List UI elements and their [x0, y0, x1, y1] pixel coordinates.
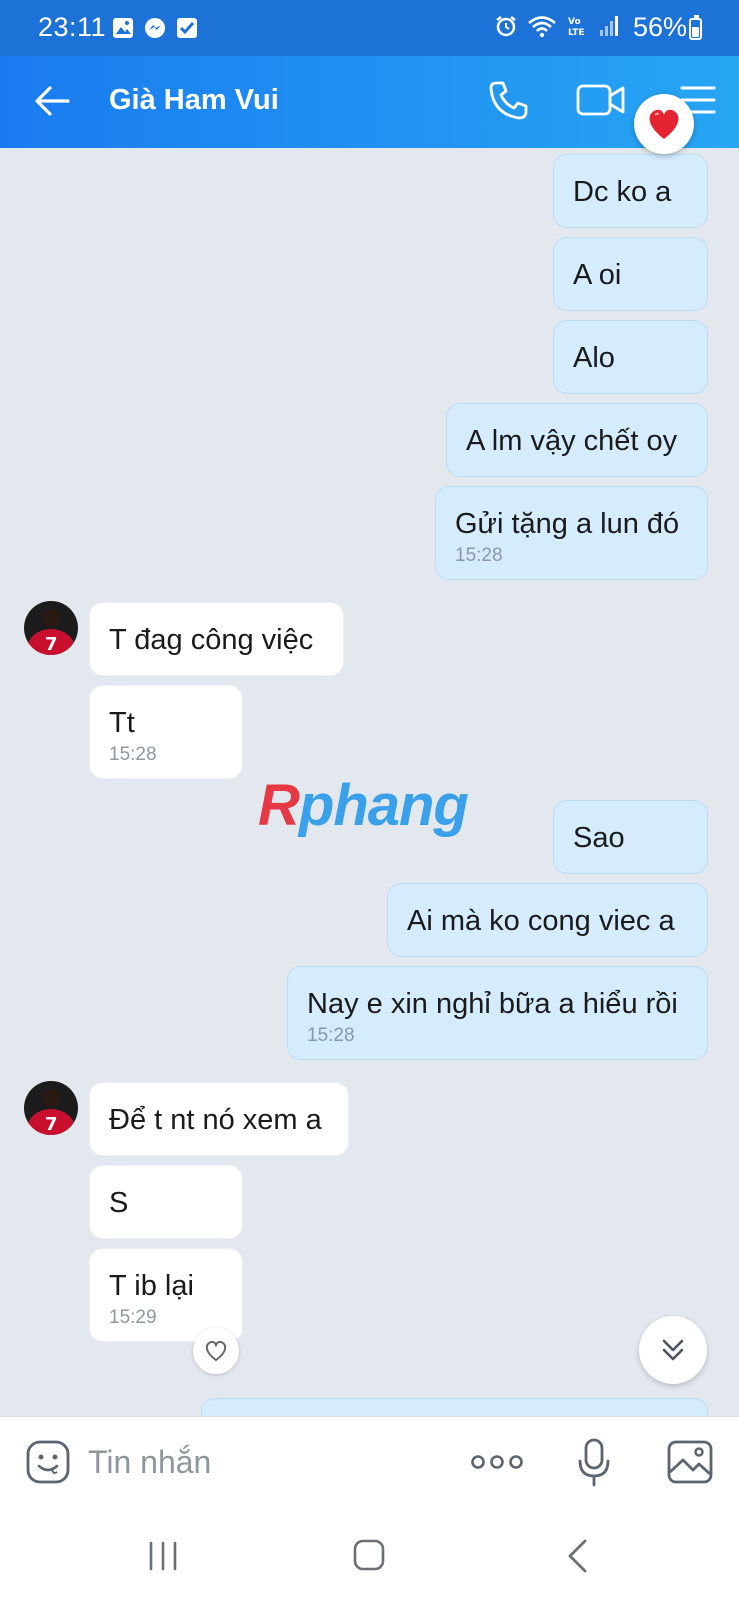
svg-text:7: 7 — [45, 634, 58, 655]
svg-text:LTE: LTE — [568, 28, 585, 38]
message-text: Ai mà ko cong viec a — [407, 905, 675, 937]
chat-header: Già Ham Vui — [0, 56, 739, 148]
message-text: Tt — [109, 707, 135, 739]
volte-icon: VoLTE — [568, 17, 585, 38]
message-text: T đag công việc — [109, 624, 314, 656]
messenger-notification-icon — [145, 18, 165, 38]
scroll-to-bottom-button[interactable] — [639, 1316, 707, 1384]
message-text: A oi — [573, 259, 622, 291]
signal-icon — [600, 16, 618, 36]
back-arrow-icon[interactable] — [30, 78, 76, 124]
more-options-icon[interactable] — [470, 1451, 524, 1473]
watermark-logo: Rphang — [258, 772, 469, 839]
system-back-icon[interactable] — [565, 1538, 589, 1574]
contact-avatar[interactable]: 7 — [24, 601, 78, 655]
incoming-message[interactable]: T đag công việc — [89, 602, 344, 676]
message-composer — [0, 1416, 739, 1512]
message-text: A lm vậy chết oy — [466, 425, 678, 457]
message-timestamp: 15:28 — [307, 1025, 355, 1046]
outgoing-message[interactable]: Nay e xin nghỉ bữa a hiểu rồi 15:28 — [287, 966, 708, 1060]
message-text: T ib lại — [109, 1270, 194, 1302]
outgoing-message[interactable]: Sao — [553, 800, 708, 874]
message-timestamp: 15:29 — [109, 1307, 157, 1328]
watermark-text: phang — [298, 773, 469, 838]
message-text: Để t nt nó xem a — [109, 1104, 322, 1136]
system-icons: Vo LTE — [494, 14, 619, 38]
floating-heart-button[interactable] — [634, 94, 694, 154]
notification-icons — [112, 17, 198, 39]
watermark-letter: R — [258, 773, 300, 838]
battery-percentage: 56% — [632, 12, 687, 42]
outgoing-message[interactable]: A lm vậy chết oy — [446, 403, 708, 477]
outgoing-message[interactable]: Alo — [553, 320, 708, 394]
image-gallery-icon[interactable] — [666, 1439, 714, 1485]
gallery-notification-icon — [113, 18, 133, 38]
message-text: Dc ko a — [573, 176, 672, 208]
message-text: S — [109, 1187, 129, 1219]
microphone-icon[interactable] — [576, 1437, 612, 1489]
message-text: Nay e xin nghỉ bữa a hiểu rồi — [307, 988, 678, 1020]
outgoing-message[interactable]: A oi — [553, 237, 708, 311]
svg-text:Vo: Vo — [568, 17, 581, 27]
outgoing-message[interactable]: Gửi tặng a lun đó 15:28 — [435, 486, 708, 580]
recent-apps-icon[interactable] — [146, 1540, 180, 1572]
outgoing-message[interactable]: Ai mà ko cong viec a — [387, 883, 708, 957]
status-time: 23:11 — [38, 12, 107, 42]
message-timestamp: 15:28 — [455, 545, 503, 566]
contact-name[interactable]: Già Ham Vui — [109, 84, 279, 117]
double-chevron-down-icon — [662, 1339, 684, 1361]
outgoing-message[interactable]: Dc ko a — [553, 154, 708, 228]
avatar-image: 7 — [24, 1081, 78, 1135]
incoming-message[interactable]: Tt 15:28 — [89, 685, 243, 779]
alarm-icon — [496, 16, 516, 37]
home-icon[interactable] — [352, 1538, 386, 1572]
sticker-emoji-icon[interactable] — [25, 1439, 71, 1485]
message-text: Sao — [573, 822, 625, 854]
wifi-icon — [528, 16, 556, 38]
status-bar: 23:11 Vo LTE 56% — [0, 0, 739, 56]
message-text: Alo — [573, 342, 615, 374]
svg-text:7: 7 — [45, 1114, 58, 1135]
heart-outline-icon — [205, 1340, 227, 1362]
phone-call-icon[interactable] — [487, 78, 531, 122]
message-input[interactable] — [88, 1439, 448, 1485]
incoming-message[interactable]: Để t nt nó xem a — [89, 1082, 349, 1156]
heart-icon — [649, 109, 679, 139]
system-navigation-bar — [0, 1512, 739, 1600]
contact-avatar[interactable]: 7 — [24, 1081, 78, 1135]
incoming-message[interactable]: S — [89, 1165, 243, 1239]
message-text: Gửi tặng a lun đó — [455, 508, 680, 540]
outgoing-message[interactable] — [201, 1398, 708, 1416]
avatar-image: 7 — [24, 601, 78, 655]
battery-icon — [689, 15, 702, 40]
message-timestamp: 15:28 — [109, 744, 157, 765]
video-call-icon[interactable] — [576, 80, 626, 120]
reaction-heart-button[interactable] — [193, 1328, 239, 1374]
checkbox-notification-icon — [177, 18, 197, 38]
